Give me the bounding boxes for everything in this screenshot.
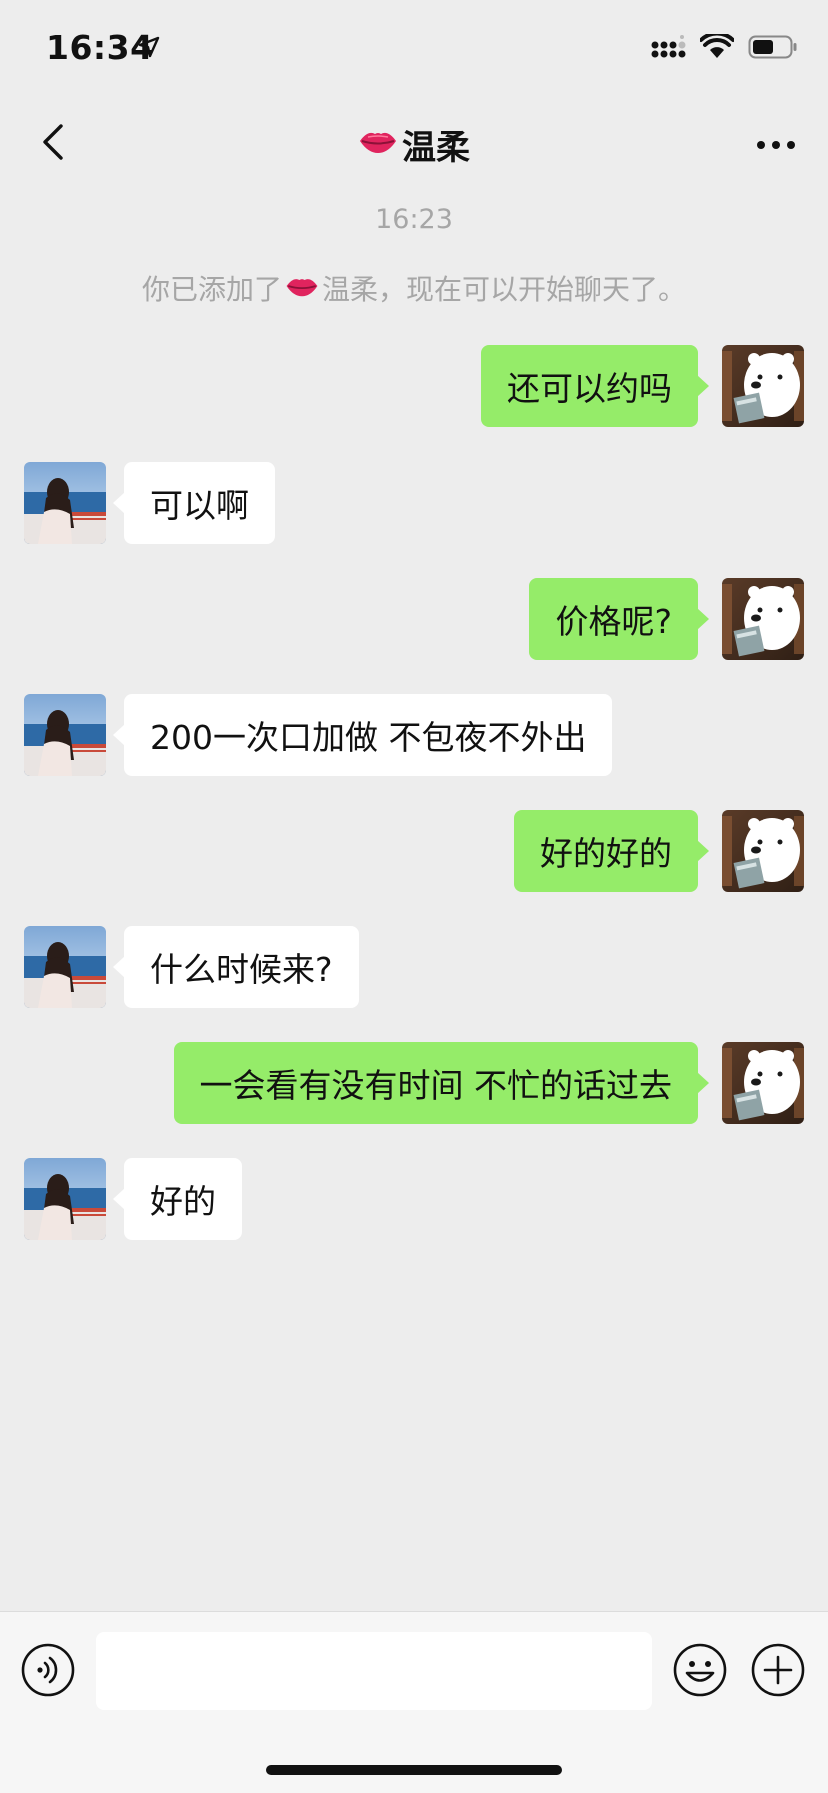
message-bubble-received[interactable]: 什么时候来? [113, 926, 359, 1008]
emoji-button[interactable] [672, 1642, 728, 1698]
my-avatar[interactable] [722, 1042, 804, 1124]
plus-button[interactable] [750, 1642, 806, 1698]
message-bubble-received[interactable]: 可以啊 [113, 462, 275, 544]
more-button[interactable] [746, 114, 806, 174]
nav-bar: 温柔 [0, 96, 828, 192]
system-message-name: 温柔 [321, 273, 378, 306]
voice-button[interactable] [20, 1642, 76, 1698]
message-row-sent: 价格呢? [0, 578, 828, 660]
message-row-received: 可以啊 [0, 462, 828, 544]
contact-avatar[interactable] [24, 1158, 106, 1240]
my-avatar[interactable] [722, 345, 804, 427]
message-row-received: 什么时候来? [0, 926, 828, 1008]
chat-timestamp: 16:23 [375, 204, 453, 235]
system-message-suffix: ，现在可以开始聊天了。 [378, 273, 687, 306]
message-bubble-sent[interactable]: 一会看有没有时间 不忙的话过去 [173, 1042, 709, 1124]
system-message: 你已添加了 温柔 ，现在可以开始聊天了。 [0, 268, 828, 308]
status-bar: 16:34 [0, 0, 828, 96]
signal-icon [650, 35, 686, 63]
chat-title-text: 温柔 [402, 127, 470, 168]
contact-avatar[interactable] [24, 694, 106, 776]
battery-icon [748, 34, 798, 64]
home-indicator[interactable] [266, 1765, 562, 1775]
emoji-icon [672, 1643, 728, 1702]
my-avatar[interactable] [722, 578, 804, 660]
message-row-sent: 一会看有没有时间 不忙的话过去 [0, 1042, 828, 1124]
message-row-received: 好的 [0, 1158, 828, 1240]
message-row-sent: 好的好的 [0, 810, 828, 892]
message-bubble-sent[interactable]: 价格呢? [529, 578, 709, 660]
lips-emoji [284, 272, 320, 305]
message-bubble-received[interactable]: 200一次口加做 不包夜不外出 [112, 694, 613, 776]
message-bubble-sent[interactable]: 还可以约吗 [481, 345, 709, 427]
lips-emoji [358, 124, 398, 164]
system-message-prefix: 你已添加了 [141, 273, 282, 306]
message-bubble-received[interactable]: 好的 [113, 1158, 242, 1240]
location-arrow-icon [138, 36, 160, 62]
voice-icon [20, 1643, 76, 1702]
more-dots-icon [756, 135, 796, 154]
contact-avatar[interactable] [24, 462, 106, 544]
my-avatar[interactable] [722, 810, 804, 892]
message-row-sent: 还可以约吗 [0, 345, 828, 427]
wifi-icon [699, 31, 735, 64]
message-row-received: 200一次口加做 不包夜不外出 [0, 694, 828, 776]
chat-title: 温柔 [0, 114, 828, 174]
message-input[interactable] [96, 1632, 652, 1710]
message-bubble-sent[interactable]: 好的好的 [514, 810, 709, 892]
plus-icon [750, 1643, 806, 1702]
contact-avatar[interactable] [24, 926, 106, 1008]
